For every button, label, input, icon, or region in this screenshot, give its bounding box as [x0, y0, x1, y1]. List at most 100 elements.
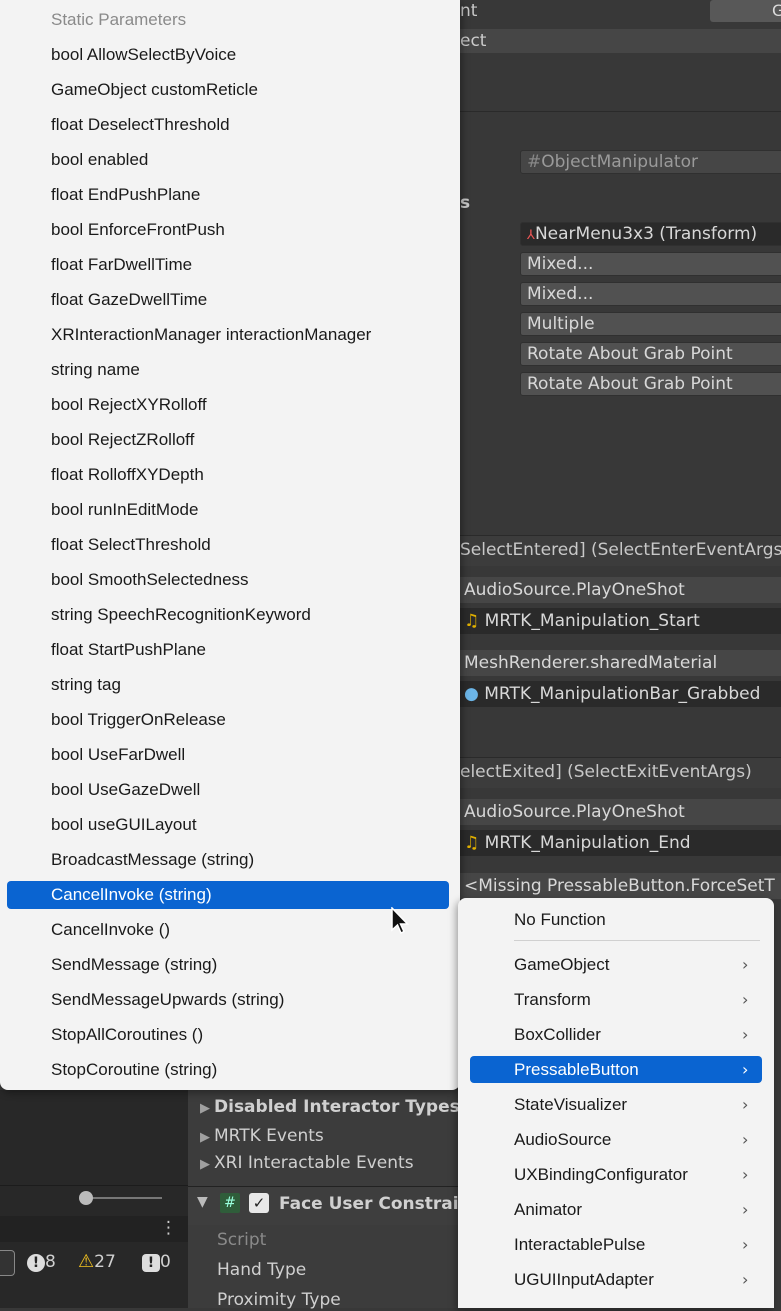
- script-icon: #: [527, 152, 542, 172]
- proximity-type-label: Proximity Type: [217, 1290, 341, 1310]
- menu-item[interactable]: bool UseGazeDwell: [51, 777, 200, 803]
- zoom-slider-handle[interactable]: [79, 1191, 93, 1205]
- menu-item[interactable]: bool runInEditMode: [51, 497, 198, 523]
- menu-item[interactable]: bool enabled: [51, 147, 148, 173]
- function-dropdown-3[interactable]: AudioSource.PlayOneShot: [460, 799, 781, 825]
- chevron-right-icon: ›: [742, 1095, 749, 1114]
- chevron-right-icon: ›: [742, 1200, 749, 1219]
- event-header: SelectEntered] (SelectEnterEventArgs: [460, 535, 781, 566]
- chevron-right-icon: ›: [742, 1270, 749, 1289]
- menu-item[interactable]: XRInteractionManager interactionManager: [51, 322, 371, 348]
- error-count-badge[interactable]: ! 8: [27, 1251, 56, 1273]
- menu-item[interactable]: bool UseFarDwell: [51, 742, 185, 768]
- component-title: Face User Constrai: [279, 1194, 459, 1214]
- function-dropdown-1[interactable]: AudioSource.PlayOneShot: [460, 577, 781, 603]
- chevron-right-icon: ›: [742, 1060, 749, 1079]
- menu-item[interactable]: float SelectThreshold: [51, 532, 211, 558]
- menu-item[interactable]: float GazeDwellTime: [51, 287, 207, 313]
- menu-item[interactable]: CancelInvoke (): [51, 917, 170, 943]
- dropdown-mixed-1[interactable]: Mixed...: [520, 252, 781, 276]
- section-label: s: [460, 193, 471, 213]
- search-box-edge[interactable]: [0, 1250, 15, 1276]
- menu-item[interactable]: StopAllCoroutines (): [51, 1022, 203, 1048]
- menu-item[interactable]: bool useGUILayout: [51, 812, 197, 838]
- menu-separator: [514, 940, 760, 941]
- menu-item[interactable]: BroadcastMessage (string): [51, 847, 254, 873]
- component-menu-item[interactable]: UGUIInputAdapter: [514, 1267, 654, 1293]
- menu-item[interactable]: bool AllowSelectByVoice: [51, 42, 236, 68]
- clip-start-field[interactable]: ♫ MRTK_Manipulation_Start: [460, 608, 781, 634]
- dropdown-multiple[interactable]: Multiple: [520, 312, 781, 336]
- chevron-right-icon: ›: [742, 990, 749, 1009]
- no-function-item[interactable]: No Function: [514, 907, 606, 933]
- menu-item[interactable]: float EndPushPlane: [51, 182, 200, 208]
- menu-item[interactable]: string name: [51, 357, 140, 383]
- component-menu-item[interactable]: AudioSource: [514, 1127, 611, 1153]
- component-menu: No Function GameObject › Transform › BoxColl…: [458, 898, 774, 1308]
- menu-item[interactable]: bool RejectZRolloff: [51, 427, 194, 453]
- warning-icon: ⚠: [78, 1251, 95, 1272]
- foldout-arrow-icon: ▶: [200, 1130, 210, 1145]
- component-menu-item[interactable]: UXBindingConfigurator: [514, 1162, 688, 1188]
- component-menu-item[interactable]: GameObject: [514, 952, 609, 978]
- divider: [0, 1185, 188, 1186]
- event-header-exit: electExited] (SelectExitEventArgs): [460, 757, 781, 788]
- menu-item[interactable]: bool TriggerOnRelease: [51, 707, 226, 733]
- hand-type-label: Hand Type: [217, 1260, 307, 1280]
- transform-icon: ⅄: [527, 228, 535, 243]
- menu-item[interactable]: SendMessage (string): [51, 952, 217, 978]
- foldout-mrtk-events[interactable]: ▶ MRTK Events: [200, 1126, 324, 1146]
- mouse-cursor-icon: [391, 907, 410, 935]
- warning-count-badge[interactable]: ⚠27: [78, 1251, 116, 1273]
- foldout-open-icon[interactable]: ▼: [197, 1194, 208, 1210]
- material-icon: ●: [464, 684, 479, 704]
- component-menu-item[interactable]: InteractablePulse: [514, 1232, 645, 1258]
- menu-item[interactable]: CancelInvoke (string): [51, 882, 212, 908]
- menu-item[interactable]: StopCoroutine (string): [51, 1057, 217, 1083]
- script-label: Script: [217, 1230, 267, 1250]
- menu-item[interactable]: bool RejectXYRolloff: [51, 392, 207, 418]
- audio-clip-icon: ♫: [464, 611, 480, 631]
- menu-item[interactable]: string tag: [51, 672, 121, 698]
- chevron-right-icon: ›: [742, 1165, 749, 1184]
- info-count-badge[interactable]: ! 0: [142, 1251, 171, 1273]
- dropdown-mixed-2[interactable]: Mixed...: [520, 282, 781, 306]
- script-field: #ObjectManipulator: [520, 150, 781, 174]
- component-menu-item[interactable]: BoxCollider: [514, 1022, 601, 1048]
- menu-item[interactable]: float RolloffXYDepth: [51, 462, 204, 488]
- menu-item[interactable]: string SpeechRecognitionKeyword: [51, 602, 311, 628]
- enabled-checkbox[interactable]: ✓: [249, 1193, 269, 1213]
- dropdown-rotate-1[interactable]: Rotate About Grab Point: [520, 342, 781, 366]
- top-button[interactable]: G: [710, 0, 781, 22]
- chevron-right-icon: ›: [742, 1025, 749, 1044]
- chevron-right-icon: ›: [742, 1130, 749, 1149]
- component-menu-item[interactable]: StateVisualizer: [514, 1092, 627, 1118]
- dropdown-rotate-2[interactable]: Rotate About Grab Point: [520, 372, 781, 396]
- foldout-xri-events[interactable]: ▶ XRI Interactable Events: [200, 1153, 414, 1173]
- material-field[interactable]: ● MRTK_ManipulationBar_Grabbed: [460, 681, 781, 707]
- audio-clip-icon: ♫: [464, 833, 480, 853]
- component-menu-item[interactable]: PressableButton: [514, 1057, 639, 1083]
- function-dropdown-2[interactable]: MeshRenderer.sharedMaterial: [460, 650, 781, 676]
- chevron-right-icon: ›: [742, 955, 749, 974]
- menu-item[interactable]: float DeselectThreshold: [51, 112, 230, 138]
- divider: [460, 111, 781, 112]
- menu-item[interactable]: float StartPushPlane: [51, 637, 206, 663]
- menu-item[interactable]: SendMessageUpwards (string): [51, 987, 284, 1013]
- menu-item[interactable]: bool SmoothSelectedness: [51, 567, 249, 593]
- error-icon: !: [27, 1254, 45, 1272]
- component-menu-item[interactable]: Animator: [514, 1197, 582, 1223]
- menu-item[interactable]: float FarDwellTime: [51, 252, 192, 278]
- component-menu-item[interactable]: Transform: [514, 987, 591, 1013]
- object-field[interactable]: ect: [460, 29, 781, 53]
- clip-end-field[interactable]: ♫ MRTK_Manipulation_End: [460, 830, 781, 856]
- foldout-disabled-interactor-types[interactable]: ▶ Disabled Interactor Types: [200, 1097, 460, 1117]
- info-icon: !: [142, 1254, 160, 1272]
- more-menu-icon[interactable]: ⋮: [160, 1218, 177, 1238]
- host-transform-field[interactable]: ⅄NearMenu3x3 (Transform): [520, 222, 781, 246]
- menu-item[interactable]: GameObject customReticle: [51, 77, 258, 103]
- foldout-arrow-icon: ▶: [200, 1101, 210, 1116]
- left-panel: [0, 1090, 188, 1308]
- function-dropdown-missing[interactable]: <Missing PressableButton.ForceSetT: [460, 873, 781, 899]
- menu-item[interactable]: bool EnforceFrontPush: [51, 217, 225, 243]
